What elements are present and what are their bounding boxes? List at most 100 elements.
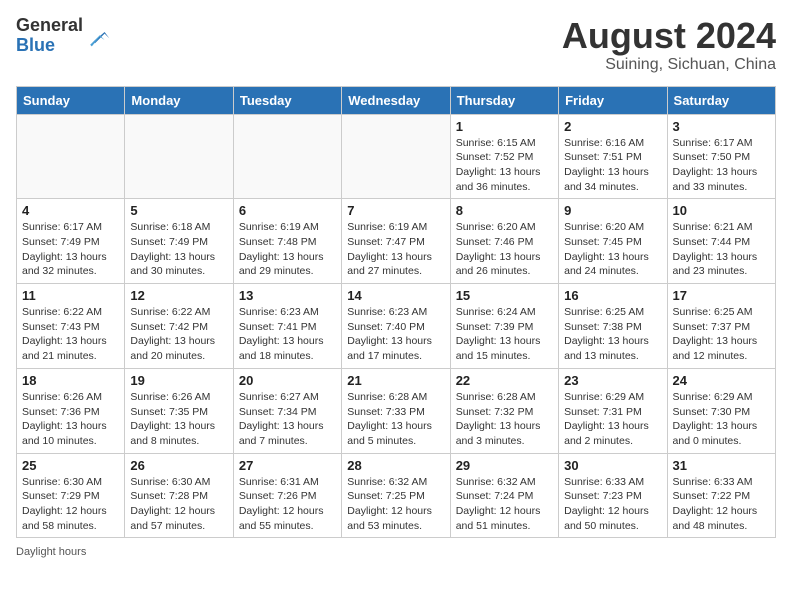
- calendar-weekday-wednesday: Wednesday: [342, 86, 450, 114]
- day-number: 2: [564, 119, 661, 134]
- title-block: August 2024 Suining, Sichuan, China: [562, 16, 776, 74]
- calendar-weekday-saturday: Saturday: [667, 86, 775, 114]
- day-number: 7: [347, 203, 444, 218]
- day-number: 26: [130, 458, 227, 473]
- calendar-cell: 2 Sunrise: 6:16 AM Sunset: 7:51 PM Daylig…: [559, 114, 667, 199]
- day-number: 25: [22, 458, 119, 473]
- calendar-cell: 22 Sunrise: 6:28 AM Sunset: 7:32 PM Dayli…: [450, 368, 558, 453]
- calendar-weekday-monday: Monday: [125, 86, 233, 114]
- day-info: Sunrise: 6:28 AM Sunset: 7:32 PM Dayligh…: [456, 390, 553, 449]
- calendar-cell: 25 Sunrise: 6:30 AM Sunset: 7:29 PM Dayli…: [17, 453, 125, 538]
- footer-note: Daylight hours: [16, 546, 776, 558]
- calendar-cell: 9 Sunrise: 6:20 AM Sunset: 7:45 PM Daylig…: [559, 199, 667, 284]
- calendar-cell: 10 Sunrise: 6:21 AM Sunset: 7:44 PM Dayli…: [667, 199, 775, 284]
- day-number: 28: [347, 458, 444, 473]
- day-info: Sunrise: 6:22 AM Sunset: 7:43 PM Dayligh…: [22, 305, 119, 364]
- day-number: 8: [456, 203, 553, 218]
- day-info: Sunrise: 6:24 AM Sunset: 7:39 PM Dayligh…: [456, 305, 553, 364]
- day-number: 11: [22, 288, 119, 303]
- calendar-week-1: 1 Sunrise: 6:15 AM Sunset: 7:52 PM Daylig…: [17, 114, 776, 199]
- day-number: 1: [456, 119, 553, 134]
- calendar-cell: 15Sunrise: 6:24 AM Sunset: 7:39 PM Dayli…: [450, 284, 558, 369]
- day-number: 18: [22, 373, 119, 388]
- day-info: Sunrise: 6:28 AM Sunset: 7:33 PM Dayligh…: [347, 390, 444, 449]
- day-number: 27: [239, 458, 336, 473]
- calendar-cell: 23Sunrise: 6:29 AM Sunset: 7:31 PM Dayli…: [559, 368, 667, 453]
- calendar-cell: 28 Sunrise: 6:32 AM Sunset: 7:25 PM Dayli…: [342, 453, 450, 538]
- day-info: Sunrise: 6:17 AM Sunset: 7:50 PM Dayligh…: [673, 136, 770, 195]
- day-info: Sunrise: 6:23 AM Sunset: 7:40 PM Dayligh…: [347, 305, 444, 364]
- day-info: Sunrise: 6:21 AM Sunset: 7:44 PM Dayligh…: [673, 220, 770, 279]
- calendar-cell: 27 Sunrise: 6:31 AM Sunset: 7:26 PM Dayli…: [233, 453, 341, 538]
- calendar-cell: 3 Sunrise: 6:17 AM Sunset: 7:50 PM Daylig…: [667, 114, 775, 199]
- day-info: Sunrise: 6:30 AM Sunset: 7:28 PM Dayligh…: [130, 475, 227, 534]
- day-info: Sunrise: 6:25 AM Sunset: 7:38 PM Dayligh…: [564, 305, 661, 364]
- day-info: Sunrise: 6:29 AM Sunset: 7:31 PM Dayligh…: [564, 390, 661, 449]
- day-number: 30: [564, 458, 661, 473]
- calendar-cell: 5Sunrise: 6:18 AM Sunset: 7:49 PM Daylig…: [125, 199, 233, 284]
- day-info: Sunrise: 6:27 AM Sunset: 7:34 PM Dayligh…: [239, 390, 336, 449]
- day-number: 9: [564, 203, 661, 218]
- calendar-cell: 30 Sunrise: 6:33 AM Sunset: 7:23 PM Dayli…: [559, 453, 667, 538]
- day-number: 3: [673, 119, 770, 134]
- calendar-table: SundayMondayTuesdayWednesdayThursdayFrid…: [16, 86, 776, 539]
- logo-icon: [87, 24, 111, 48]
- day-info: Sunrise: 6:22 AM Sunset: 7:42 PM Dayligh…: [130, 305, 227, 364]
- day-info: Sunrise: 6:16 AM Sunset: 7:51 PM Dayligh…: [564, 136, 661, 195]
- calendar-cell: 19Sunrise: 6:26 AM Sunset: 7:35 PM Dayli…: [125, 368, 233, 453]
- calendar-week-2: 4 Sunrise: 6:17 AM Sunset: 7:49 PM Daylig…: [17, 199, 776, 284]
- calendar-cell: [233, 114, 341, 199]
- location: Suining, Sichuan, China: [562, 56, 776, 74]
- month-year: August 2024: [562, 16, 776, 56]
- day-number: 31: [673, 458, 770, 473]
- day-info: Sunrise: 6:20 AM Sunset: 7:45 PM Dayligh…: [564, 220, 661, 279]
- calendar-cell: 13Sunrise: 6:23 AM Sunset: 7:41 PM Dayli…: [233, 284, 341, 369]
- day-number: 20: [239, 373, 336, 388]
- calendar-cell: 24Sunrise: 6:29 AM Sunset: 7:30 PM Dayli…: [667, 368, 775, 453]
- calendar-weekday-friday: Friday: [559, 86, 667, 114]
- day-info: Sunrise: 6:20 AM Sunset: 7:46 PM Dayligh…: [456, 220, 553, 279]
- calendar-cell: 26 Sunrise: 6:30 AM Sunset: 7:28 PM Dayli…: [125, 453, 233, 538]
- day-info: Sunrise: 6:26 AM Sunset: 7:36 PM Dayligh…: [22, 390, 119, 449]
- day-info: Sunrise: 6:25 AM Sunset: 7:37 PM Dayligh…: [673, 305, 770, 364]
- calendar-week-3: 11 Sunrise: 6:22 AM Sunset: 7:43 PM Dayli…: [17, 284, 776, 369]
- day-info: Sunrise: 6:19 AM Sunset: 7:47 PM Dayligh…: [347, 220, 444, 279]
- day-number: 22: [456, 373, 553, 388]
- page-header: General Blue August 2024 Suining, Sichua…: [16, 16, 776, 74]
- day-number: 17: [673, 288, 770, 303]
- day-number: 4: [22, 203, 119, 218]
- calendar-cell: [125, 114, 233, 199]
- day-info: Sunrise: 6:26 AM Sunset: 7:35 PM Dayligh…: [130, 390, 227, 449]
- calendar-cell: [17, 114, 125, 199]
- calendar-cell: 21 Sunrise: 6:28 AM Sunset: 7:33 PM Dayli…: [342, 368, 450, 453]
- day-number: 6: [239, 203, 336, 218]
- day-info: Sunrise: 6:19 AM Sunset: 7:48 PM Dayligh…: [239, 220, 336, 279]
- day-number: 21: [347, 373, 444, 388]
- calendar-weekday-sunday: Sunday: [17, 86, 125, 114]
- calendar-cell: [342, 114, 450, 199]
- calendar-cell: 1 Sunrise: 6:15 AM Sunset: 7:52 PM Daylig…: [450, 114, 558, 199]
- day-info: Sunrise: 6:31 AM Sunset: 7:26 PM Dayligh…: [239, 475, 336, 534]
- logo: General Blue: [16, 16, 111, 56]
- day-number: 24: [673, 373, 770, 388]
- calendar-weekday-thursday: Thursday: [450, 86, 558, 114]
- calendar-week-4: 18 Sunrise: 6:26 AM Sunset: 7:36 PM Dayli…: [17, 368, 776, 453]
- day-info: Sunrise: 6:30 AM Sunset: 7:29 PM Dayligh…: [22, 475, 119, 534]
- calendar-cell: 17 Sunrise: 6:25 AM Sunset: 7:37 PM Dayli…: [667, 284, 775, 369]
- day-info: Sunrise: 6:33 AM Sunset: 7:23 PM Dayligh…: [564, 475, 661, 534]
- day-number: 14: [347, 288, 444, 303]
- day-info: Sunrise: 6:32 AM Sunset: 7:25 PM Dayligh…: [347, 475, 444, 534]
- calendar-weekday-tuesday: Tuesday: [233, 86, 341, 114]
- calendar-cell: 11 Sunrise: 6:22 AM Sunset: 7:43 PM Dayli…: [17, 284, 125, 369]
- day-number: 5: [130, 203, 227, 218]
- calendar-header-row: SundayMondayTuesdayWednesdayThursdayFrid…: [17, 86, 776, 114]
- day-info: Sunrise: 6:15 AM Sunset: 7:52 PM Dayligh…: [456, 136, 553, 195]
- day-info: Sunrise: 6:33 AM Sunset: 7:22 PM Dayligh…: [673, 475, 770, 534]
- calendar-cell: 12Sunrise: 6:22 AM Sunset: 7:42 PM Dayli…: [125, 284, 233, 369]
- calendar-cell: 29Sunrise: 6:32 AM Sunset: 7:24 PM Dayli…: [450, 453, 558, 538]
- day-number: 10: [673, 203, 770, 218]
- calendar-week-5: 25 Sunrise: 6:30 AM Sunset: 7:29 PM Dayli…: [17, 453, 776, 538]
- day-info: Sunrise: 6:17 AM Sunset: 7:49 PM Dayligh…: [22, 220, 119, 279]
- logo-blue: Blue: [16, 36, 83, 56]
- day-number: 13: [239, 288, 336, 303]
